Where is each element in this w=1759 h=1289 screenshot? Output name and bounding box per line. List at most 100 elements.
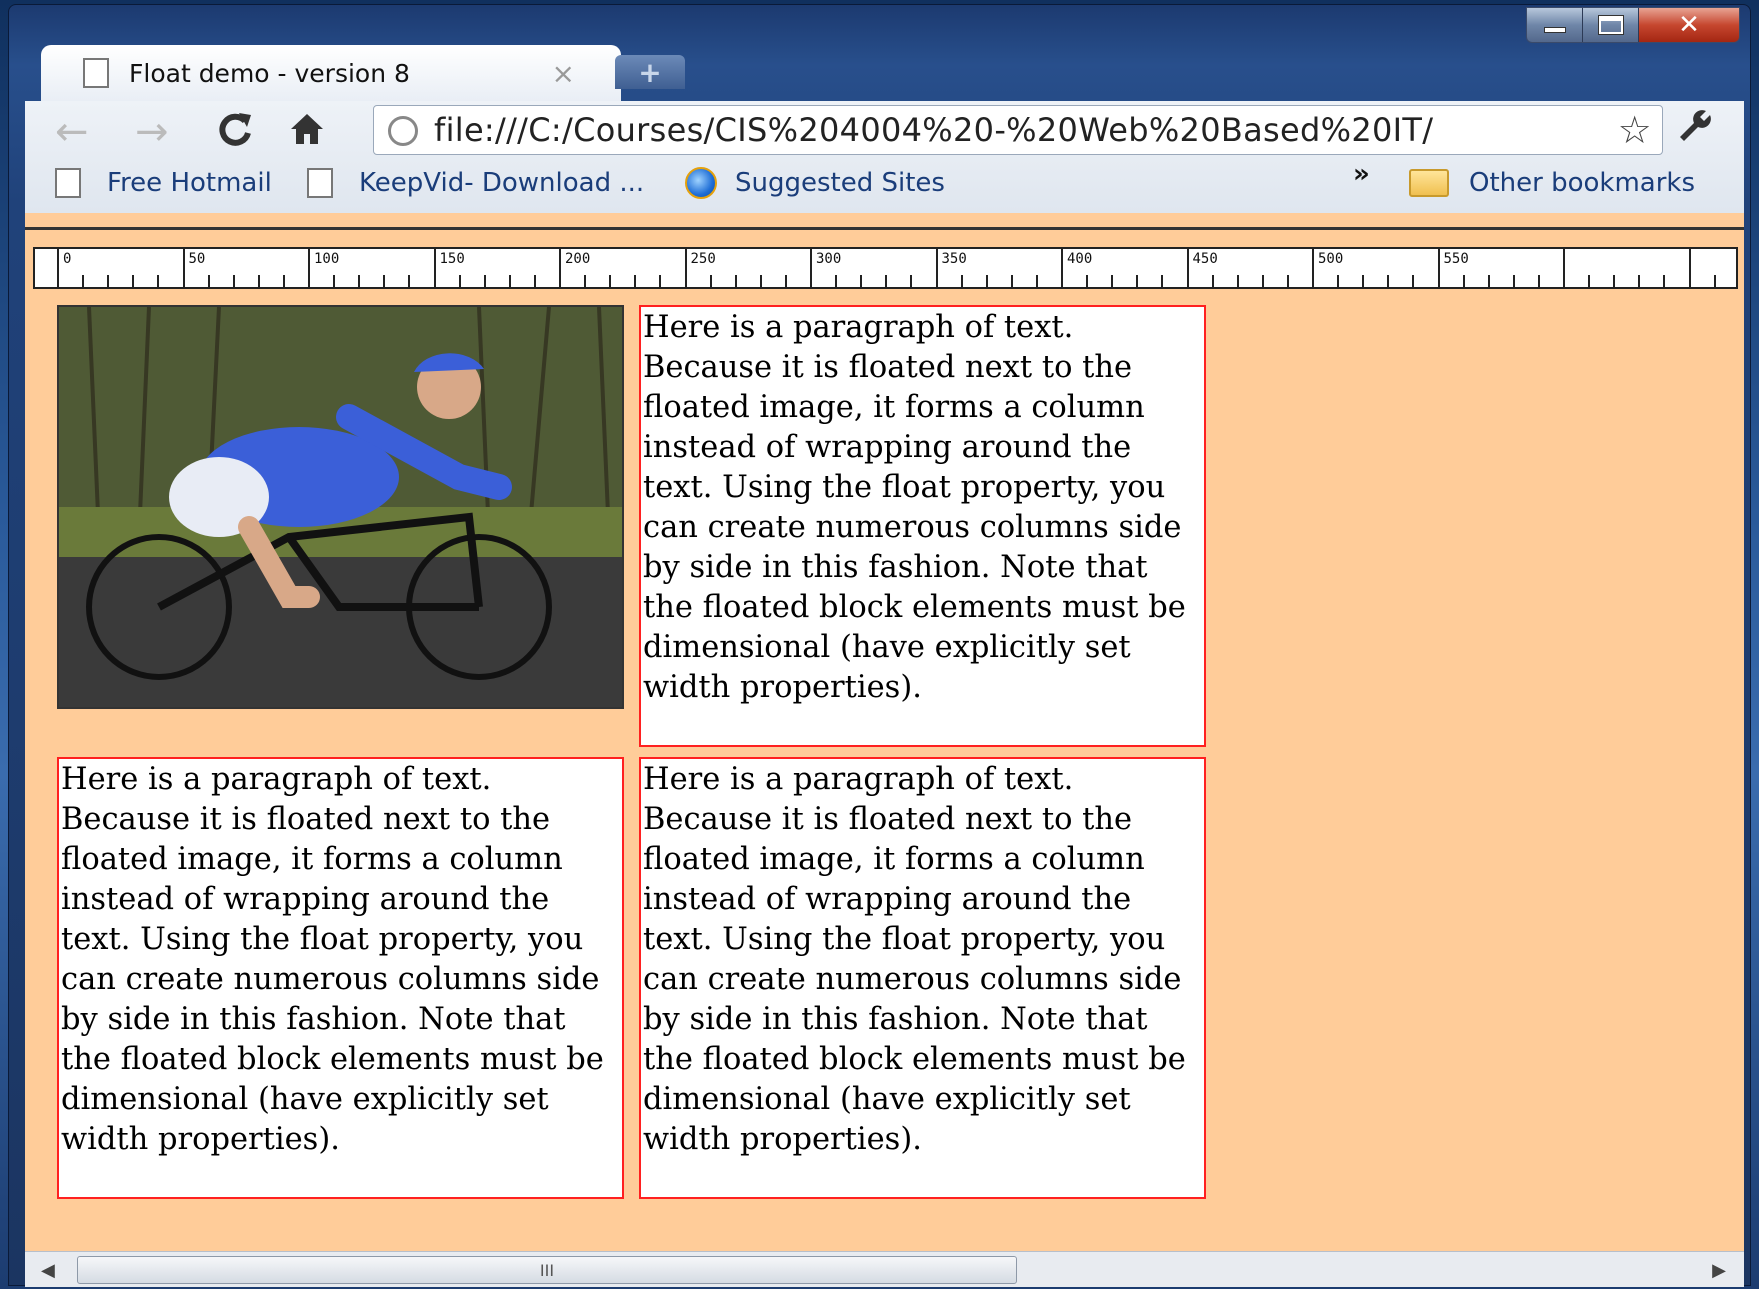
- tab-float-demo[interactable]: Float demo - version 8 ×: [41, 45, 621, 101]
- reload-button[interactable]: [215, 109, 255, 159]
- ruler-tick: [684, 249, 687, 287]
- reload-icon: [219, 113, 251, 146]
- ruler-tick: [609, 275, 612, 287]
- other-bookmarks[interactable]: Other bookmarks: [1409, 163, 1695, 203]
- ruler-tick: [207, 275, 210, 287]
- cyclist-photo: [57, 305, 624, 709]
- folder-icon: [1409, 169, 1449, 197]
- bookmark-star-icon[interactable]: ☆: [1613, 108, 1652, 152]
- maximize-icon: [1597, 15, 1624, 35]
- ruler-tick: [559, 249, 561, 287]
- ruler-tick: [935, 249, 938, 287]
- bookmark-keepvid[interactable]: KeepVid- Download ...: [307, 163, 644, 203]
- home-icon: [291, 114, 323, 144]
- ruler-tick: [383, 275, 386, 287]
- tab-close-icon[interactable]: ×: [552, 57, 575, 90]
- ruler-tick: [985, 275, 988, 287]
- home-button[interactable]: [287, 109, 327, 159]
- minimize-icon: [1543, 27, 1566, 33]
- bookmark-label: Free Hotmail: [107, 168, 272, 198]
- ruler-tick: [182, 249, 185, 287]
- maximize-button[interactable]: [1583, 8, 1639, 42]
- paragraph-column-2: Here is a paragraph of text. Because it …: [57, 757, 624, 1199]
- page-icon: [83, 58, 109, 88]
- ruler-tick: [1035, 275, 1038, 287]
- ruler-tick: [232, 275, 235, 287]
- ruler-tick: [1086, 275, 1089, 287]
- ruler-tick: [1663, 275, 1666, 287]
- ruler-tick: [132, 275, 135, 287]
- ruler-tick: [784, 275, 787, 287]
- ruler-tick: [1487, 275, 1490, 287]
- ruler-tick: [1588, 275, 1591, 287]
- ruler-tick: [308, 249, 310, 287]
- ruler-tick: [358, 275, 361, 287]
- ruler-label: 550: [1443, 251, 1469, 267]
- bookmark-label: KeepVid- Download ...: [359, 168, 645, 198]
- ruler-tick: [1387, 275, 1390, 287]
- ruler-tick: [1010, 275, 1013, 287]
- ruler-label: 400: [1067, 251, 1093, 267]
- ruler-label: 500: [1318, 251, 1344, 267]
- ruler-tick: [734, 275, 737, 287]
- page-icon: [307, 168, 333, 198]
- ruler-tick: [1136, 275, 1139, 287]
- ruler-tick: [1412, 275, 1415, 287]
- scrollbar-thumb[interactable]: III: [77, 1256, 1017, 1284]
- ruler-tick: [408, 275, 411, 287]
- scroll-right-icon[interactable]: ▶: [1712, 1260, 1726, 1281]
- ruler-tick: [709, 275, 712, 287]
- ruler-tick: [257, 275, 260, 287]
- paragraph-column-1: Here is a paragraph of text. Because it …: [639, 305, 1206, 747]
- minimize-button[interactable]: [1527, 8, 1583, 42]
- ruler-tick: [157, 275, 160, 287]
- bookmark-suggested-sites[interactable]: Suggested Sites: [685, 163, 945, 203]
- ruler-tick: [634, 275, 637, 287]
- ruler-tick: [82, 275, 85, 287]
- ruler-label: 50: [188, 251, 206, 267]
- paragraph-column-3: Here is a paragraph of text. Because it …: [639, 757, 1206, 1199]
- window-controls: ✕: [1526, 7, 1740, 43]
- bookmarks-overflow-button[interactable]: »: [1353, 159, 1370, 189]
- page-icon: [55, 168, 81, 198]
- address-text: file:///C:/Courses/CIS%204004%20-%20Web%…: [434, 111, 1434, 149]
- bookmark-label: Suggested Sites: [735, 168, 945, 198]
- address-bar[interactable]: file:///C:/Courses/CIS%204004%20-%20Web%…: [373, 105, 1663, 155]
- wrench-menu-button[interactable]: [1674, 107, 1714, 156]
- ruler-label: 450: [1192, 251, 1218, 267]
- ruler-tick: [1462, 275, 1465, 287]
- ruler-tick: [1211, 275, 1214, 287]
- ruler-tick: [810, 249, 812, 287]
- ruler-tick: [458, 275, 461, 287]
- ruler-tick: [333, 275, 336, 287]
- scroll-left-icon[interactable]: ◀: [41, 1260, 55, 1281]
- browser-window: ✕ Float demo - version 8 × + ← → file://…: [8, 4, 1751, 1287]
- new-tab-button[interactable]: +: [615, 55, 685, 89]
- ruler-tick: [1563, 249, 1565, 287]
- ruler-tick: [282, 275, 285, 287]
- ruler-tick: [1286, 275, 1289, 287]
- ruler-tick: [508, 275, 511, 287]
- ruler-tick: [1261, 275, 1264, 287]
- ruler-label: 250: [690, 251, 716, 267]
- pixel-ruler: 0 50 100 150 200 250 300 350 400 450 500 550: [33, 247, 1738, 289]
- ruler-tick: [1362, 275, 1365, 287]
- ruler-label: 350: [941, 251, 967, 267]
- horizontal-scrollbar[interactable]: ◀ III ▶: [25, 1251, 1744, 1287]
- ruler-label: 200: [565, 251, 591, 267]
- back-button[interactable]: ←: [55, 109, 89, 155]
- ruler-tick: [659, 275, 662, 287]
- ruler-tick: [910, 275, 913, 287]
- ruler-tick: [107, 275, 110, 287]
- ruler-tick: [1638, 275, 1641, 287]
- bookmarks-bar: Free Hotmail KeepVid- Download ... Sugge…: [25, 159, 1744, 203]
- ruler-tick: [1161, 275, 1164, 287]
- globe-icon: [388, 116, 418, 146]
- browser-toolbar: ← → file:///C:/Courses/CIS%204004%20-%20…: [25, 101, 1744, 213]
- ruler-tick: [433, 249, 436, 287]
- cyclist-image: [59, 307, 622, 707]
- forward-button[interactable]: →: [135, 109, 169, 155]
- bookmark-free-hotmail[interactable]: Free Hotmail: [55, 163, 272, 203]
- ruler-tick: [584, 275, 587, 287]
- close-window-button[interactable]: ✕: [1639, 8, 1739, 42]
